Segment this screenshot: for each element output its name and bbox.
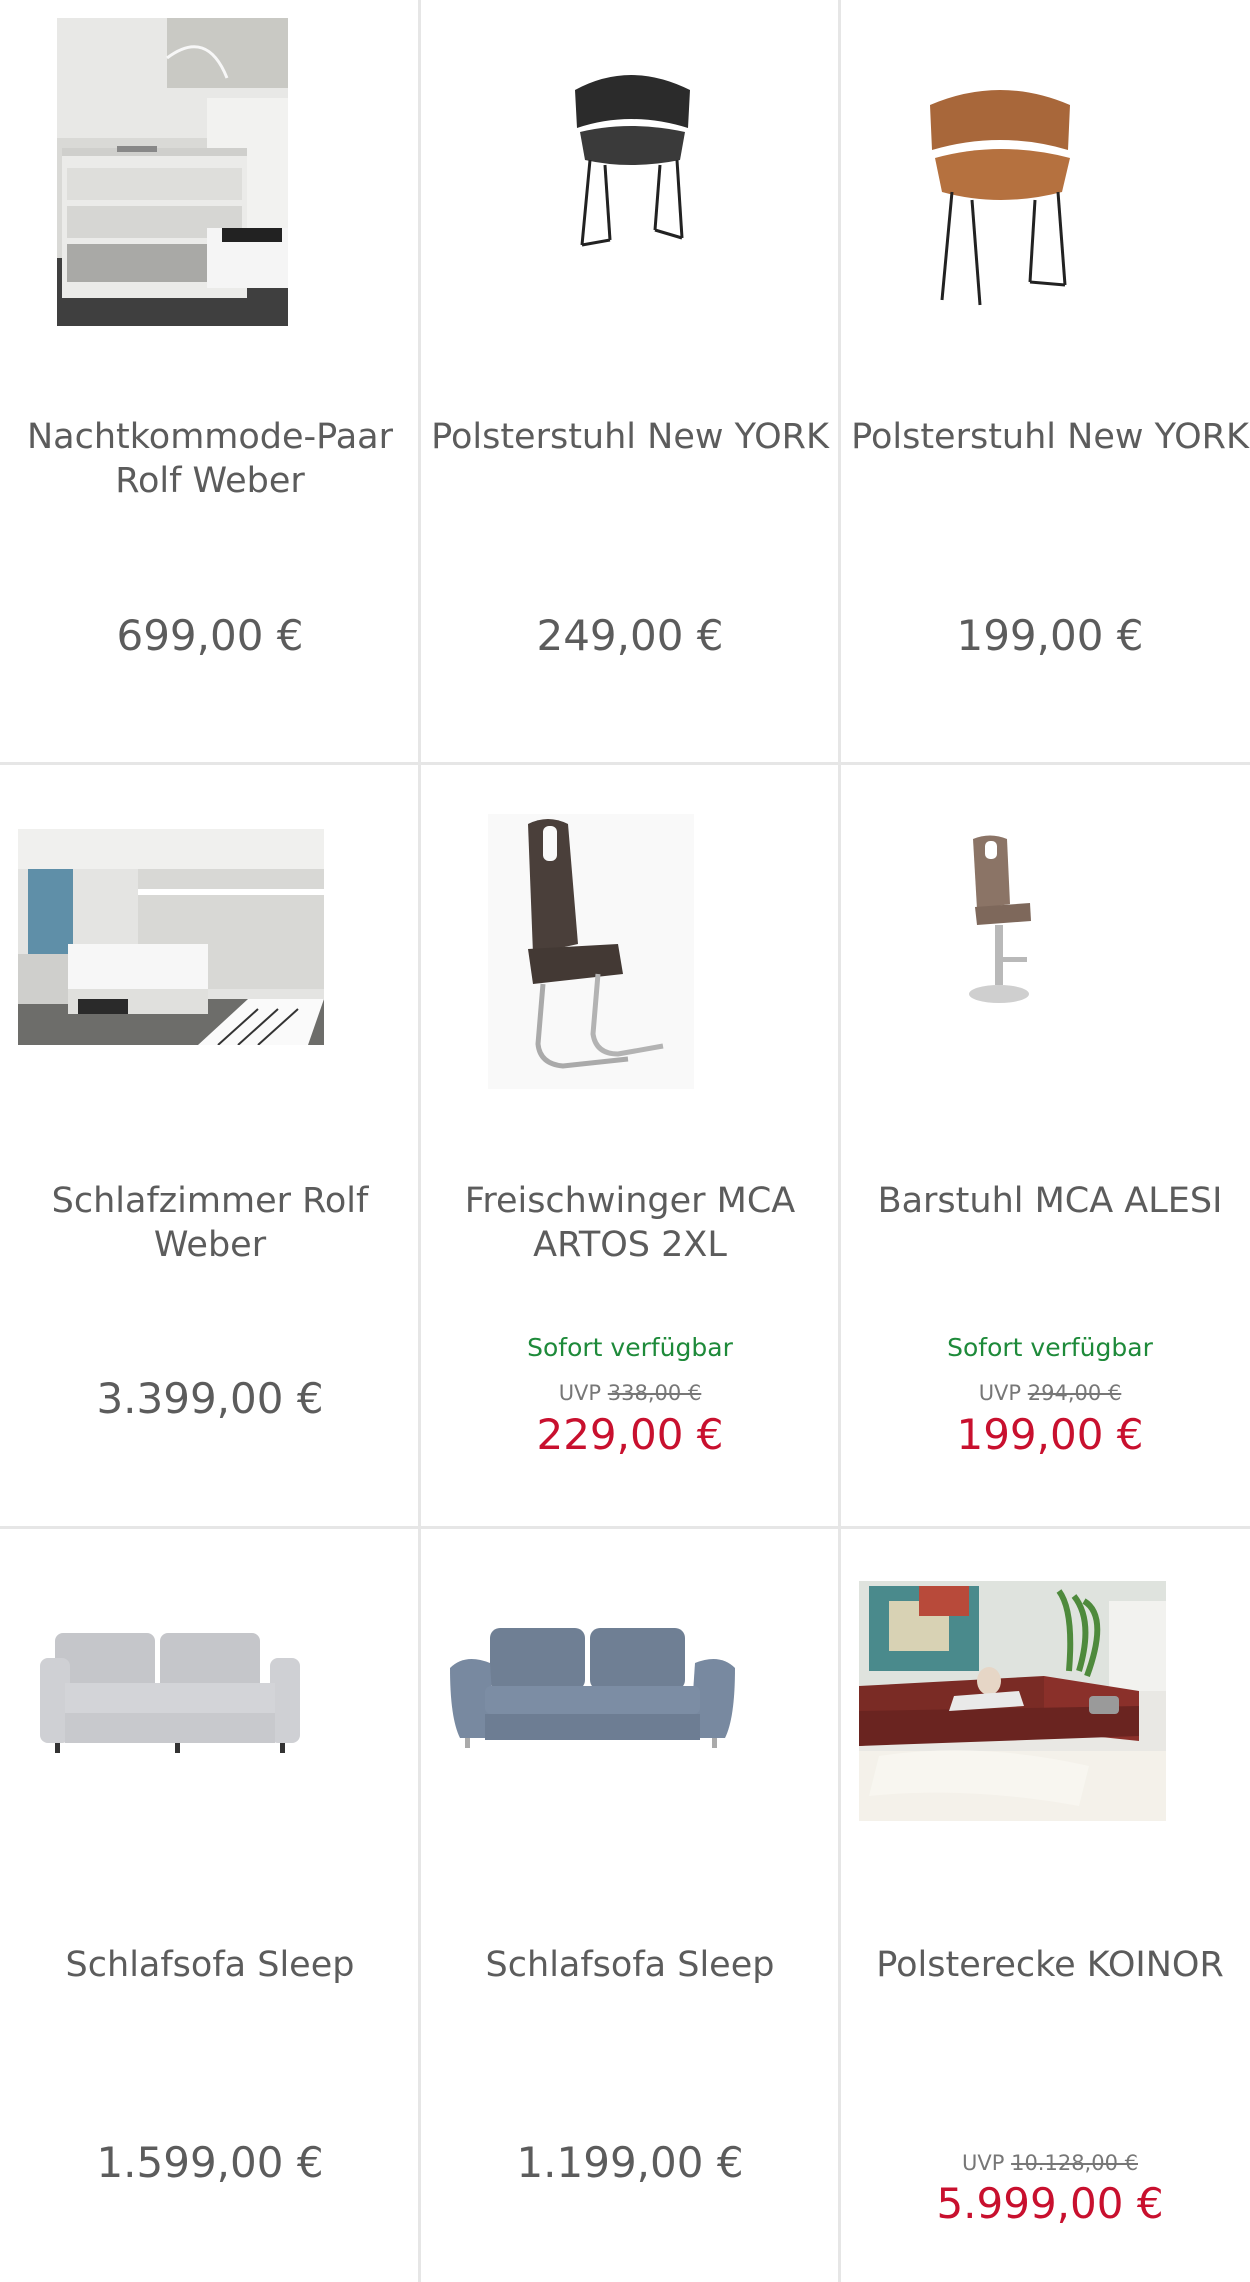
product-title[interactable]: Nachtkommode-Paar Rolf Weber [10,415,410,503]
uvp-price: 294,00 € [1027,1381,1122,1405]
product-image-black-chair[interactable] [530,20,730,300]
cantilever-chair-image [488,814,694,1089]
blue-grey-sofa-image [450,1618,735,1768]
product-card[interactable]: Schlafzimmer Rolf Weber 3.399,00 € [0,764,420,1528]
corner-sofa-image [859,1581,1166,1821]
uvp-price: 10.128,00 € [1011,2151,1138,2175]
product-grid: Nachtkommode-Paar Rolf Weber 699,00 € Po… [0,0,1250,2282]
product-price: 199,00 € [956,611,1144,660]
product-title[interactable]: Polsterstuhl New YORK [430,415,830,459]
product-price: 5.999,00 € [936,2179,1164,2228]
product-title[interactable]: Freischwinger MCA ARTOS 2XL [430,1179,830,1267]
grid-divider [0,1526,1250,1529]
grid-divider [418,0,421,2282]
product-price: 3.399,00 € [96,1374,324,1423]
product-price: 1.599,00 € [96,2138,324,2187]
product-price: 249,00 € [536,611,724,660]
product-card[interactable]: Polsterstuhl New YORK 249,00 € [420,0,840,764]
product-card[interactable]: Schlafsofa Sleep 1.199,00 € [420,1528,840,2282]
product-price: 1.199,00 € [516,2138,744,2187]
product-image-blue-grey-sofa[interactable] [450,1618,735,1768]
grid-divider [838,0,841,2282]
product-image-light-grey-sofa[interactable] [35,1623,305,1763]
product-price: 229,00 € [536,1410,724,1459]
product-card[interactable]: Polsterecke KOINOR UVP 10.128,00 € 5.999… [840,1528,1250,2282]
product-title[interactable]: Polsterstuhl New YORK [850,415,1250,459]
product-card[interactable]: Freischwinger MCA ARTOS 2XL Sofort verfü… [420,764,840,1528]
product-card[interactable]: Barstuhl MCA ALESI Sofort verfügbar UVP … [840,764,1250,1528]
product-image-cantilever-chair[interactable] [488,814,694,1089]
product-price: 699,00 € [116,611,304,660]
availability-label: Sofort verfügbar [527,1333,733,1362]
product-price: 199,00 € [956,1410,1144,1459]
uvp-price: 338,00 € [607,1381,702,1405]
product-title[interactable]: Polsterecke KOINOR [850,1943,1250,1987]
product-title[interactable]: Schlafsofa Sleep [430,1943,830,1987]
product-image-nightstand[interactable] [57,18,288,326]
product-image-bedroom[interactable] [18,829,324,1045]
product-image-corner-sofa[interactable] [859,1581,1166,1821]
product-title[interactable]: Schlafzimmer Rolf Weber [10,1179,410,1267]
uvp-line: UVP 338,00 € [420,1380,840,1406]
uvp-label: UVP [978,1381,1022,1405]
product-image-bar-stool[interactable] [955,829,1045,1014]
product-title[interactable]: Schlafsofa Sleep [10,1943,410,1987]
product-title[interactable]: Barstuhl MCA ALESI [850,1179,1250,1223]
uvp-label: UVP [558,1381,602,1405]
product-card[interactable]: Polsterstuhl New YORK 199,00 € [840,0,1250,764]
black-chair-image [530,20,730,300]
bedroom-image [18,829,324,1045]
product-image-cognac-chair[interactable] [890,60,1110,320]
uvp-line: UVP 10.128,00 € [840,2150,1250,2176]
availability-label: Sofort verfügbar [947,1333,1153,1362]
light-grey-sofa-image [35,1623,305,1763]
uvp-line: UVP 294,00 € [840,1380,1250,1406]
nightstand-image [57,18,288,326]
uvp-label: UVP [961,2151,1005,2175]
grid-divider [0,762,1250,765]
product-card[interactable]: Nachtkommode-Paar Rolf Weber 699,00 € [0,0,420,764]
bar-stool-image [955,829,1045,1014]
product-card[interactable]: Schlafsofa Sleep 1.599,00 € [0,1528,420,2282]
cognac-chair-image [890,60,1110,320]
